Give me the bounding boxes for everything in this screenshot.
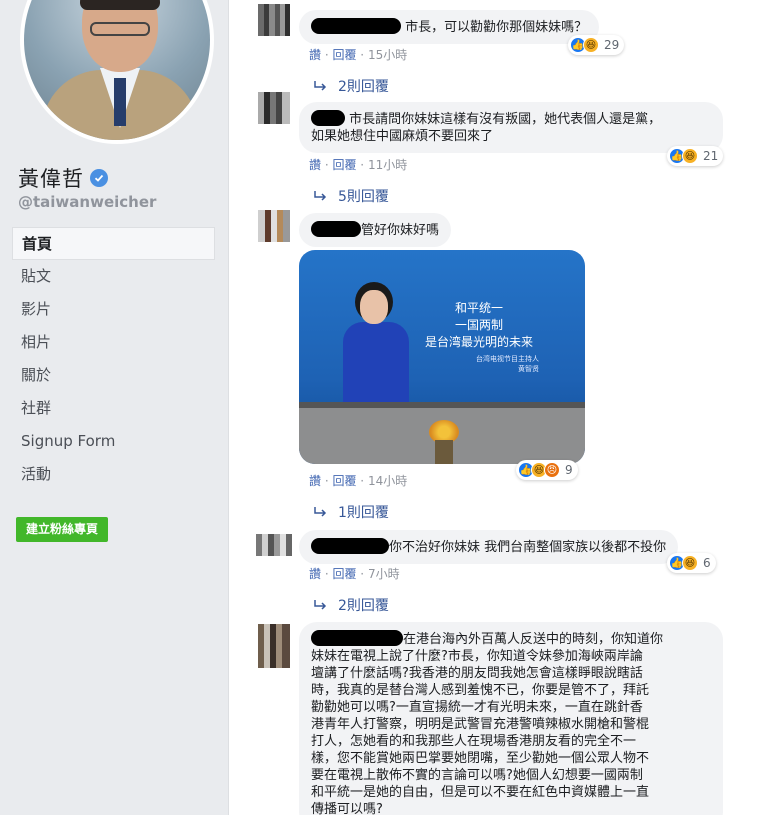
comment-text: 在港台海內外百萬人反送中的時刻，你知道你 [403,632,664,647]
like-link[interactable]: 讚 [309,158,321,172]
view-replies-link[interactable]: 2則回覆 [314,76,389,96]
reaction-summary[interactable]: 👍 😆 29 [568,35,625,55]
page-nav: 首頁 貼文 影片 相片 關於 社群 Signup Form 活動 [12,227,215,491]
nav-item-community[interactable]: 社群 [12,392,215,425]
comment-actions: 讚 · 回覆 · 7小時 [309,567,400,581]
reply-link[interactable]: 回覆 [332,567,356,581]
haha-reaction-icon: 😆 [682,148,698,164]
haha-reaction-icon: 😆 [583,37,599,53]
comment-time[interactable]: 11小時 [368,158,407,172]
comment-text: 你不治好你妹妹 我們台南整個家族以後都不投你 [389,540,667,555]
redacted-name [311,18,401,34]
nav-item-signup-form[interactable]: Signup Form [12,425,215,458]
comment-attached-image[interactable]: 和平统一 一国两制 是台湾最光明的未来 台湾电视节目主持人 黄智贤 [299,250,585,464]
comment-text: 壇講了什麼話嗎?我香港的朋友問我她怎會這樣睜眼說瞎話 [311,666,643,681]
comment-text: 傳播可以嗎? [311,802,383,815]
reply-link[interactable]: 回覆 [332,158,356,172]
like-link[interactable]: 讚 [309,48,321,62]
view-replies-link[interactable]: 2則回覆 [314,595,389,615]
image-headline: 和平统一 一国两制 是台湾最光明的未来 [424,301,533,349]
verified-badge-icon [90,169,108,187]
reply-link[interactable]: 回覆 [332,48,356,62]
comment-text: 市長請問你妹妹這樣有沒有叛國，她代表個人還是黨， [349,112,662,127]
reaction-count: 9 [565,463,573,477]
reply-arrow-icon [314,507,327,517]
nav-item-videos[interactable]: 影片 [12,293,215,326]
nav-item-about[interactable]: 關於 [12,359,215,392]
view-replies-link[interactable]: 1則回覆 [314,502,389,522]
page-name-text[interactable]: 黃偉哲 [18,163,84,193]
create-page-button[interactable]: 建立粉絲專頁 [16,517,109,542]
nav-item-events[interactable]: 活動 [12,458,215,491]
comment-text: 樣，您不能賞她兩巴掌要她閉嘴，至少勸她一個公眾人物不 [311,751,650,766]
replies-count[interactable]: 2則回覆 [338,76,389,96]
page-sidebar: 黃偉哲 @taiwanweicher 首頁 貼文 影片 相片 關於 社群 Sig… [0,0,228,815]
comment-text: 港青年人打警察，明明是武警冒充港警噴辣椒水開槍和警棍 [311,717,650,732]
comment-text: 時，我真的是替台灣人感到羞愧不已，你要是管不了，拜託 [311,683,650,698]
replies-count[interactable]: 5則回覆 [338,186,389,206]
woman-photo [343,278,413,402]
commenter-avatar[interactable] [258,210,290,242]
reaction-count: 29 [604,38,620,52]
like-link[interactable]: 讚 [309,474,321,488]
comment-text: 打人，怎她看的和我那些人在現場香港朋友看的完全不一 [311,734,637,749]
reaction-summary[interactable]: 👍 😆 😠 9 [516,460,578,480]
profile-photo [24,0,210,140]
reaction-summary[interactable]: 👍 😆 6 [667,553,716,573]
commenter-avatar[interactable] [256,534,292,556]
nav-item-home[interactable]: 首頁 [12,227,215,260]
comment-time[interactable]: 15小時 [368,48,407,62]
comment-actions: 讚 · 回覆 · 11小時 [309,158,408,172]
page-name[interactable]: 黃偉哲 [18,163,108,193]
comment-text: 如果她想住中國麻煩不要回來了 [311,129,494,144]
page-handle[interactable]: @taiwanweicher [18,193,156,211]
comment-bubble: 市長請問你妹妹這樣有沒有叛國，她代表個人還是黨， 如果她想住中國麻煩不要回來了 [299,102,723,153]
reaction-count: 21 [703,149,719,163]
commenter-avatar[interactable] [258,92,290,124]
image-subtext: 台湾电视节目主持人 黄智贤 [476,355,539,373]
comment-text: 勸勸她可以嗎?一直宣揚統一才有光明未來，一直在跳針香 [311,700,643,715]
reply-arrow-icon [314,81,327,91]
like-link[interactable]: 讚 [309,567,321,581]
comment-bubble: 你不治好你妹妹 我們台南整個家族以後都不投你 [299,530,679,564]
profile-picture[interactable] [20,0,214,144]
comment-bubble: 管好你妹好嗎 [299,213,452,247]
comment-time[interactable]: 7小時 [368,567,400,581]
replies-count[interactable]: 2則回覆 [338,595,389,615]
comment-text: 妹妹在電視上說了什麼?市長，你知道令妹參加海峽兩岸論 [311,649,643,664]
view-replies-link[interactable]: 5則回覆 [314,186,389,206]
reply-link[interactable]: 回覆 [332,474,356,488]
haha-reaction-icon: 😆 [682,555,698,571]
commenter-avatar[interactable] [258,4,290,36]
redacted-name [311,630,403,646]
nav-item-posts[interactable]: 貼文 [12,260,215,293]
redacted-name [311,110,345,126]
commenter-avatar[interactable] [258,624,290,668]
redacted-name [311,538,389,554]
comment-text: 和平統一是她的自由，但是可以不要在紅色中資媒體上一直 [311,785,650,800]
comment-text: 要在電視上散佈不實的言論可以嗎?她個人幻想要一國兩制 [311,768,643,783]
redacted-name [311,221,361,237]
reply-arrow-icon [314,191,327,201]
reaction-count: 6 [703,556,711,570]
comment-time[interactable]: 14小時 [368,474,407,488]
reaction-summary[interactable]: 👍 😆 21 [667,146,724,166]
reply-arrow-icon [314,600,327,610]
replies-count[interactable]: 1則回覆 [338,502,389,522]
comment-bubble: 市長，可以勸勸你那個妹妹嗎？ [299,10,600,44]
nav-item-photos[interactable]: 相片 [12,326,215,359]
comment-text: 管好你妹好嗎 [361,223,440,238]
comment-bubble: 在港台海內外百萬人反送中的時刻，你知道你 妹妹在電視上說了什麼?市長，你知道令妹… [299,622,723,815]
comment-actions: 讚 · 回覆 · 14小時 [309,474,408,488]
comment-text: 市長，可以勸勸你那個妹妹嗎？ [405,20,588,35]
comment-actions: 讚 · 回覆 · 15小時 [309,48,408,62]
angry-reaction-icon: 😠 [544,462,560,478]
